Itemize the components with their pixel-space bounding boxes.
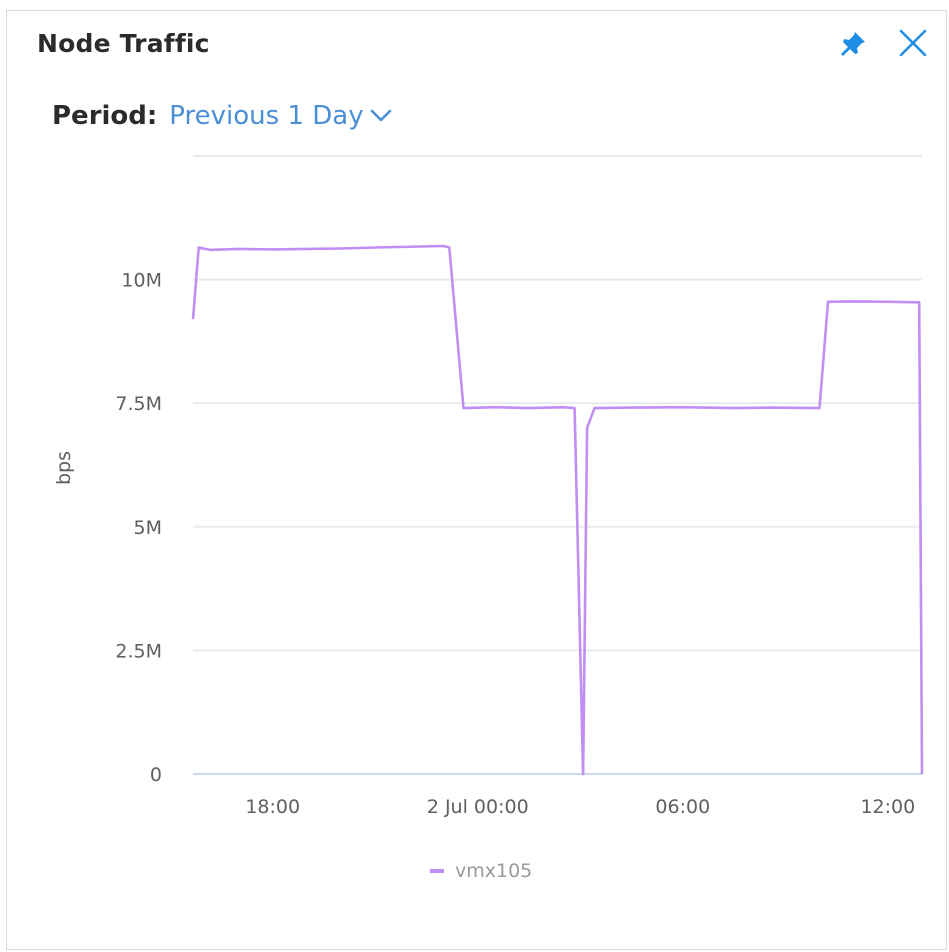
y-tick-label: 2.5M bbox=[115, 640, 162, 662]
x-tick-label: 12:00 bbox=[860, 796, 915, 818]
traffic-chart: 0 2.5M 5M 7.5M 10M 18:00 2 Jul 00:00 06:00 12:0… bbox=[53, 155, 924, 882]
x-tick-label: 06:00 bbox=[655, 796, 710, 818]
x-tick-label: 2 Jul 00:00 bbox=[427, 796, 529, 818]
y-axis-label: bps bbox=[53, 451, 75, 485]
legend-label[interactable]: vmx105 bbox=[455, 860, 532, 882]
y-tick-label: 10M bbox=[121, 270, 162, 292]
y-tick-label: 0 bbox=[150, 764, 162, 786]
y-tick-label: 7.5M bbox=[115, 393, 162, 415]
series-line-vmx105 bbox=[191, 244, 924, 776]
x-tick-label: 18:00 bbox=[245, 796, 300, 818]
y-tick-label: 5M bbox=[134, 517, 162, 539]
